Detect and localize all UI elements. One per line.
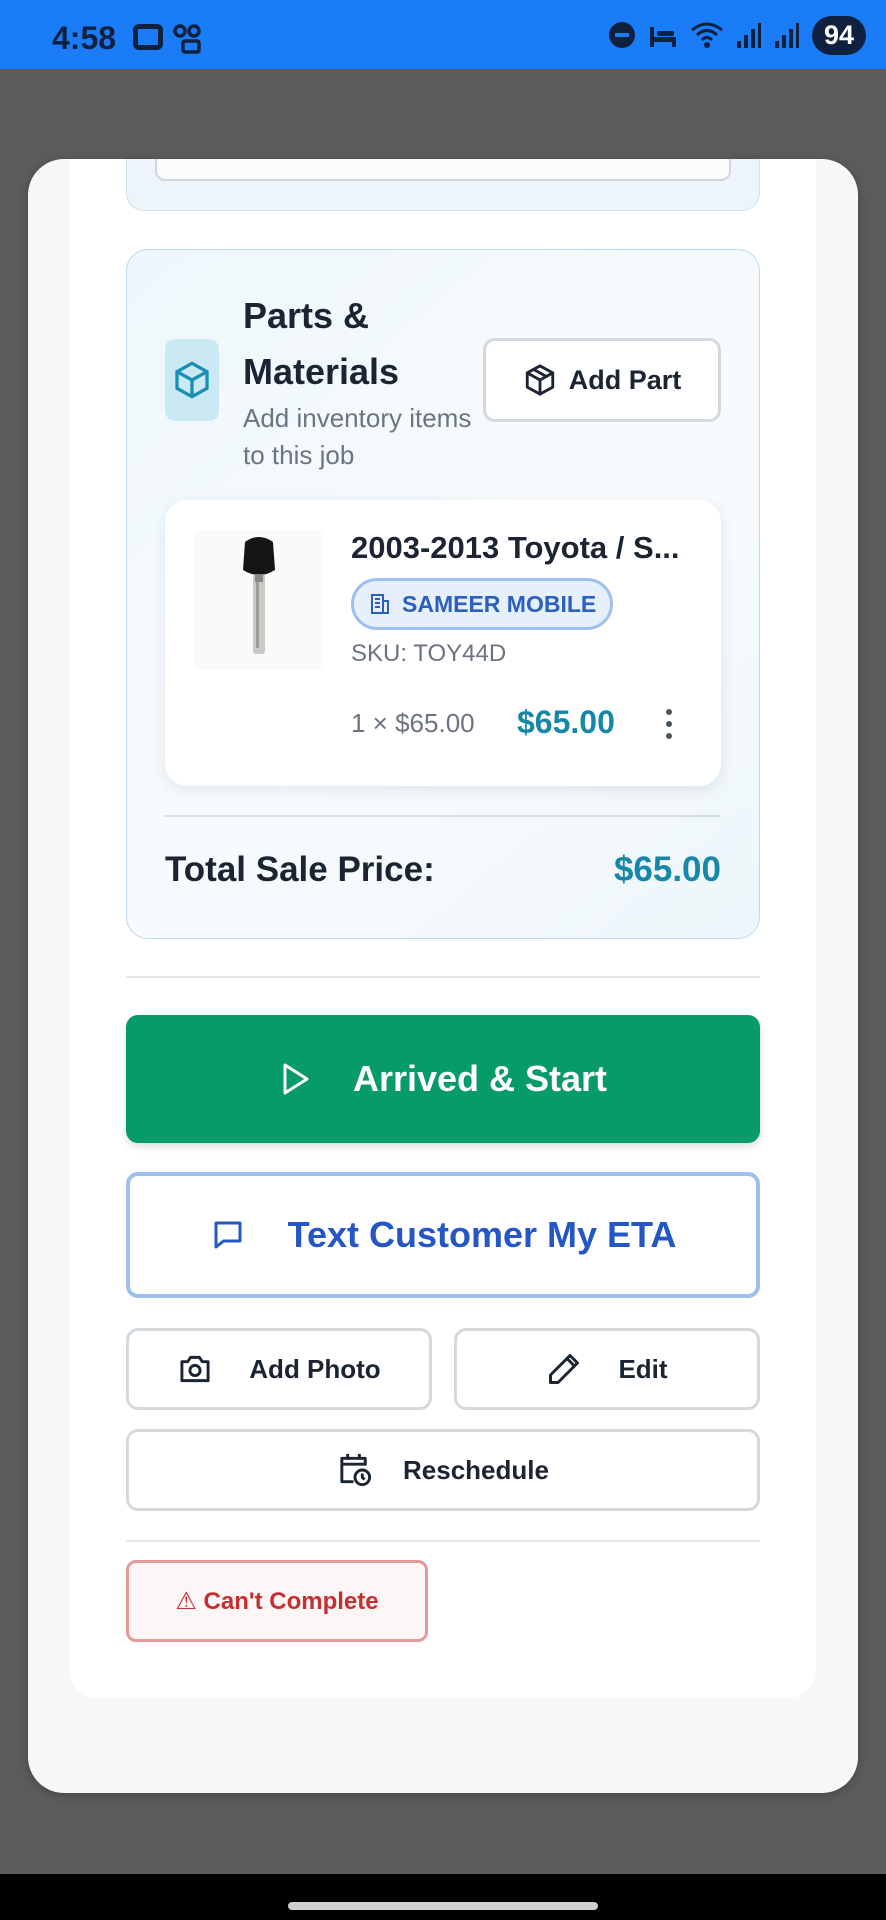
reschedule-button[interactable]: Reschedule: [126, 1429, 760, 1511]
car-key-image: [195, 530, 323, 670]
add-part-button[interactable]: Add Part: [483, 338, 721, 422]
part-title: 2003-2013 Toyota / S...: [351, 530, 680, 565]
home-gesture-handle[interactable]: [288, 1902, 598, 1910]
add-photo-button[interactable]: Add Photo: [126, 1328, 432, 1410]
add-photo-label: Add Photo: [249, 1353, 381, 1384]
job-modal: Parts & Materials Add inventory items to…: [28, 159, 858, 1793]
divider: [126, 976, 760, 978]
package-icon: [525, 364, 554, 396]
divider: [165, 815, 721, 817]
part-line-total: $65.00: [517, 704, 615, 740]
parts-subtitle: Add inventory items to this job: [243, 403, 472, 470]
pencil-icon: [549, 1354, 580, 1384]
message-icon: [214, 1221, 242, 1249]
signal-icon: [736, 23, 761, 48]
google-icon: [133, 24, 163, 50]
camera-icon: [180, 1355, 210, 1383]
vendor-badge: SAMEER MOBILE: [351, 578, 614, 630]
signal-icon: [774, 23, 799, 48]
wifi-icon: [691, 22, 723, 48]
notes-textarea[interactable]: [155, 159, 731, 181]
battery-indicator: 94: [811, 15, 866, 55]
package-icon: [165, 339, 219, 421]
parts-title: Parts & Materials: [243, 295, 400, 392]
previous-section: [126, 159, 760, 211]
part-item-card[interactable]: 2003-2013 Toyota / S... SAMEER MOBILE SK…: [165, 500, 721, 786]
part-qty-price: 1 × $65.00: [351, 708, 475, 738]
total-sale-price-value: $65.00: [613, 850, 721, 889]
arrived-start-button[interactable]: Arrived & Start: [126, 1015, 760, 1143]
cant-complete-button[interactable]: ⚠ Can't Complete: [126, 1560, 428, 1642]
arrived-start-label: Arrived & Start: [352, 1058, 608, 1099]
voicemail-icon: [173, 24, 201, 54]
edit-label: Edit: [618, 1353, 668, 1384]
calendar-clock-icon: [340, 1453, 372, 1487]
building-icon: [371, 594, 389, 614]
vendor-name: SAMEER MOBILE: [402, 590, 597, 617]
do-not-disturb-icon: [608, 22, 635, 48]
navigation-bar: [0, 1874, 886, 1920]
text-eta-label: Text Customer My ETA: [287, 1214, 677, 1255]
more-options-icon[interactable]: [659, 706, 679, 742]
edit-button[interactable]: Edit: [454, 1328, 760, 1410]
divider: [126, 1540, 760, 1542]
total-sale-price-label: Total Sale Price:: [165, 850, 435, 889]
add-part-label: Add Part: [568, 364, 682, 395]
play-icon: [283, 1063, 309, 1095]
status-bar: 4:58 94: [0, 0, 886, 69]
job-detail-content: Parts & Materials Add inventory items to…: [70, 159, 816, 1698]
bed-icon: [649, 27, 676, 47]
cant-complete-label: ⚠ Can't Complete: [175, 1587, 379, 1615]
text-eta-button[interactable]: Text Customer My ETA: [126, 1172, 760, 1298]
parts-materials-card: Parts & Materials Add inventory items to…: [126, 249, 760, 939]
reschedule-label: Reschedule: [403, 1454, 549, 1485]
status-time: 4:58: [52, 20, 117, 56]
part-sku: SKU: TOY44D: [351, 640, 507, 667]
